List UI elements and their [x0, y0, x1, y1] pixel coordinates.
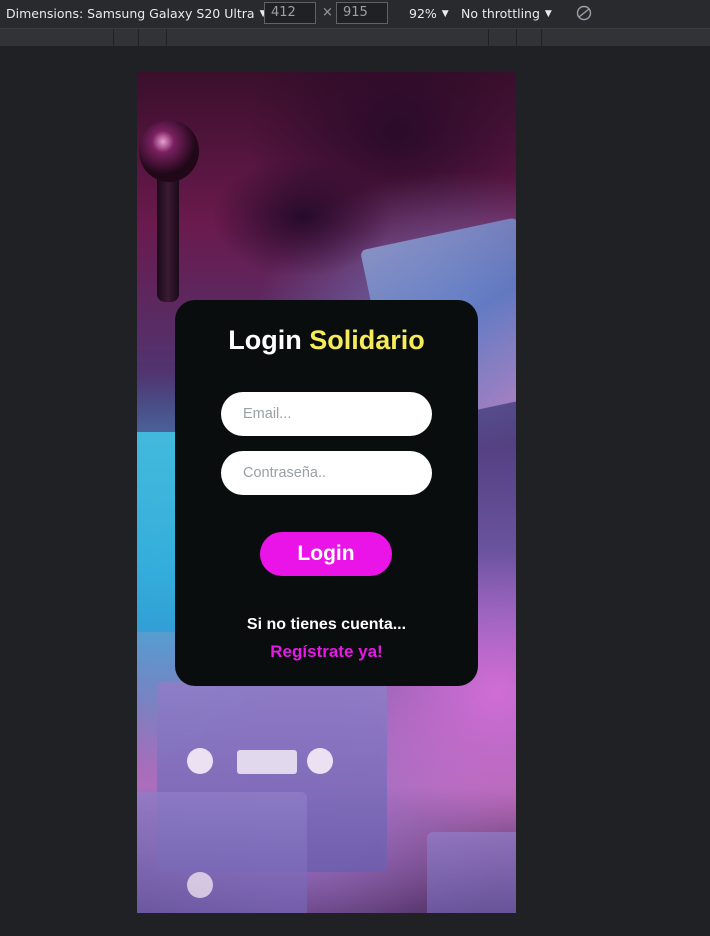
background-cassette	[427, 832, 516, 913]
throttling-select[interactable]: No throttling ▼	[461, 6, 552, 21]
cassette-reel	[187, 872, 213, 898]
title-solidario: Solidario	[309, 325, 425, 355]
ruler-tick	[541, 29, 542, 46]
ruler-tick	[138, 29, 139, 46]
title-login: Login	[228, 325, 302, 355]
throttling-label: No throttling	[461, 6, 540, 21]
chevron-down-icon: ▼	[544, 8, 552, 19]
chevron-down-icon: ▼	[441, 8, 449, 19]
background-joystick-ball	[139, 120, 199, 182]
ruler-tick	[488, 29, 489, 46]
device-select-label: Dimensions: Samsung Galaxy S20 Ultra	[6, 6, 255, 21]
register-link[interactable]: Regístrate ya!	[175, 642, 478, 662]
device-toolbar: Dimensions: Samsung Galaxy S20 Ultra ▼ 4…	[0, 0, 710, 29]
device-select[interactable]: Dimensions: Samsung Galaxy S20 Ultra ▼	[6, 6, 266, 21]
cassette-reel	[307, 748, 333, 774]
cassette-window	[237, 750, 297, 774]
password-field[interactable]	[221, 451, 432, 495]
width-input[interactable]: 412	[264, 2, 316, 24]
height-input[interactable]: 915	[336, 2, 388, 24]
login-card: Login Solidario Login Si no tienes cuent…	[175, 300, 478, 686]
zoom-select[interactable]: 92% ▼	[409, 6, 449, 21]
page-title: Login Solidario	[175, 325, 478, 356]
ruler-tick	[166, 29, 167, 46]
ruler-tick	[113, 29, 114, 46]
media-query-ruler	[0, 29, 710, 46]
ruler-tick	[516, 29, 517, 46]
cassette-reel	[187, 748, 213, 774]
zoom-label: 92%	[409, 6, 437, 21]
no-account-text: Si no tienes cuenta...	[246, 616, 407, 633]
login-button[interactable]: Login	[260, 532, 392, 576]
email-field[interactable]	[221, 392, 432, 436]
times-icon: ×	[322, 5, 333, 20]
rotate-icon[interactable]	[575, 4, 593, 22]
device-viewport: Login Solidario Login Si no tienes cuent…	[137, 72, 516, 913]
background-cassette	[137, 792, 307, 913]
